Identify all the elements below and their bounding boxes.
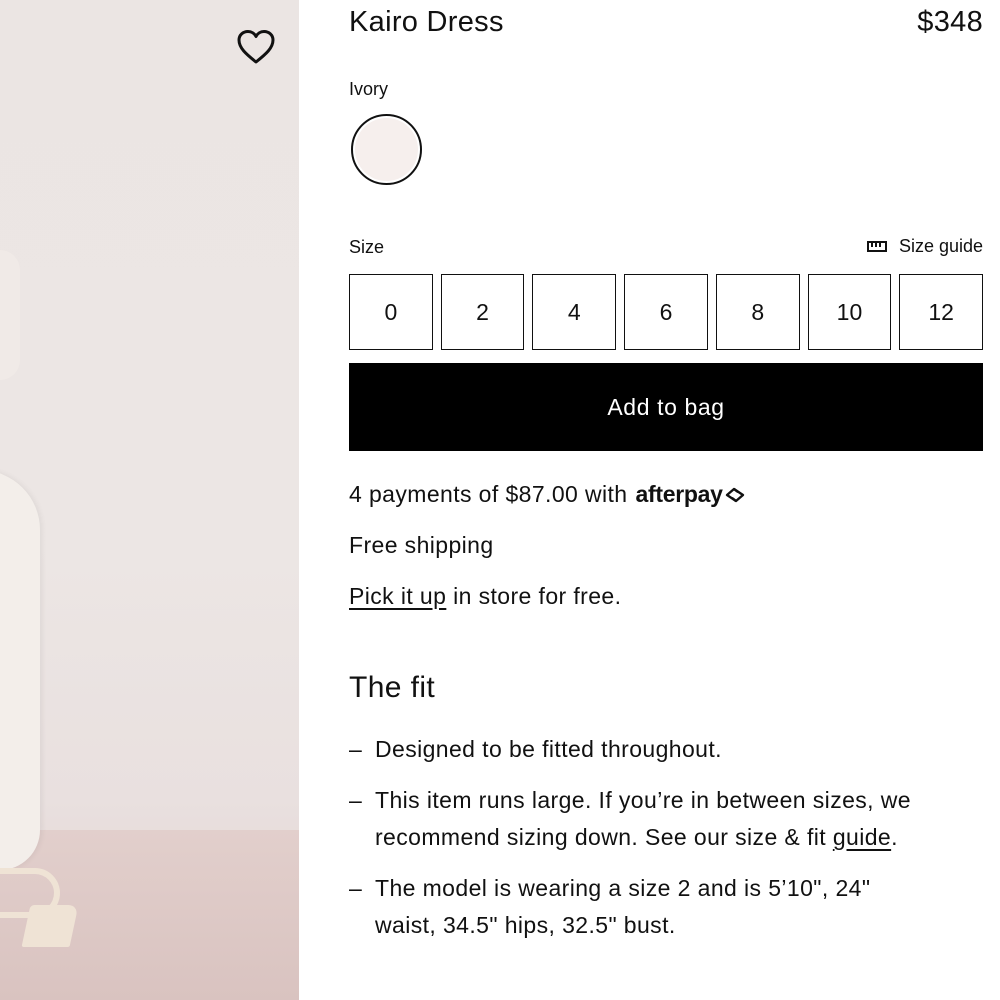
fit-item-line: recommend sizing down. See our size & fi… bbox=[375, 824, 833, 850]
bullet-dash: – bbox=[349, 736, 363, 762]
color-swatch-ivory[interactable] bbox=[351, 114, 422, 185]
shoe-heel bbox=[21, 905, 79, 947]
fit-item-end: . bbox=[891, 824, 898, 850]
fit-item: – Designed to be fitted throughout. bbox=[349, 731, 989, 768]
fit-item: – The model is wearing a size 2 and is 5… bbox=[349, 870, 989, 944]
size-label: Size bbox=[349, 237, 385, 257]
size-option-8[interactable]: 8 bbox=[715, 274, 800, 350]
size-guide-label: Size guide bbox=[898, 236, 983, 256]
bullet-dash: – bbox=[349, 875, 363, 901]
fit-heading: The fit bbox=[349, 671, 436, 704]
product-price: $348 bbox=[917, 6, 983, 38]
wishlist-button[interactable] bbox=[234, 26, 278, 68]
fit-item: – This item runs large. If you’re in bet… bbox=[349, 782, 989, 856]
size-option-12[interactable]: 12 bbox=[899, 274, 984, 350]
size-guide-link[interactable]: Size guide bbox=[866, 236, 983, 257]
fit-item-line: The model is wearing a size 2 and is 5’1… bbox=[375, 875, 871, 901]
afterpay-wordmark: afterpay bbox=[635, 481, 723, 507]
product-page: Kairo Dress $348 Ivory Size Size guide 0… bbox=[0, 0, 1000, 1000]
size-option-10[interactable]: 10 bbox=[807, 274, 892, 350]
dress-hem bbox=[0, 470, 40, 870]
product-image bbox=[0, 0, 299, 1000]
afterpay-arrows-icon bbox=[725, 487, 744, 502]
size-option-0[interactable]: 0 bbox=[349, 274, 433, 350]
fit-guide-link[interactable]: guide bbox=[833, 824, 891, 850]
size-option-4[interactable]: 4 bbox=[532, 274, 617, 350]
shipping-info: Free shipping bbox=[349, 532, 494, 558]
fit-item-text: This item runs large. If you’re in betwe… bbox=[375, 782, 911, 856]
fit-item-text: Designed to be fitted throughout. bbox=[375, 736, 722, 762]
ruler-icon bbox=[866, 240, 887, 252]
fit-item-line: waist, 34.5" hips, 32.5" bust. bbox=[375, 912, 676, 938]
heart-icon bbox=[237, 30, 275, 64]
product-title: Kairo Dress bbox=[349, 6, 504, 38]
size-option-2[interactable]: 2 bbox=[440, 274, 525, 350]
swatch-fill bbox=[355, 118, 418, 181]
fit-item-line: This item runs large. If you’re in betwe… bbox=[375, 787, 911, 813]
payments-info: 4 payments of $87.00 with afterpay bbox=[349, 481, 746, 508]
size-selector: 0 2 4 6 8 10 12 bbox=[349, 274, 984, 350]
color-name: Ivory bbox=[349, 79, 389, 99]
bullet-dash: – bbox=[349, 787, 363, 813]
pickup-info: Pick it up in store for free. bbox=[349, 583, 621, 610]
garment-sleeve bbox=[0, 250, 20, 380]
pickup-rest: in store for free. bbox=[446, 583, 622, 609]
add-to-bag-button[interactable]: Add to bag bbox=[349, 363, 983, 451]
afterpay-logo: afterpay bbox=[636, 481, 746, 508]
fit-list: – Designed to be fitted throughout. – Th… bbox=[349, 731, 989, 958]
size-option-6[interactable]: 6 bbox=[624, 274, 708, 350]
payments-text: 4 payments of $87.00 with bbox=[349, 481, 628, 507]
fit-item-text: The model is wearing a size 2 and is 5’1… bbox=[375, 870, 870, 944]
pickup-link[interactable]: Pick it up bbox=[349, 583, 446, 609]
